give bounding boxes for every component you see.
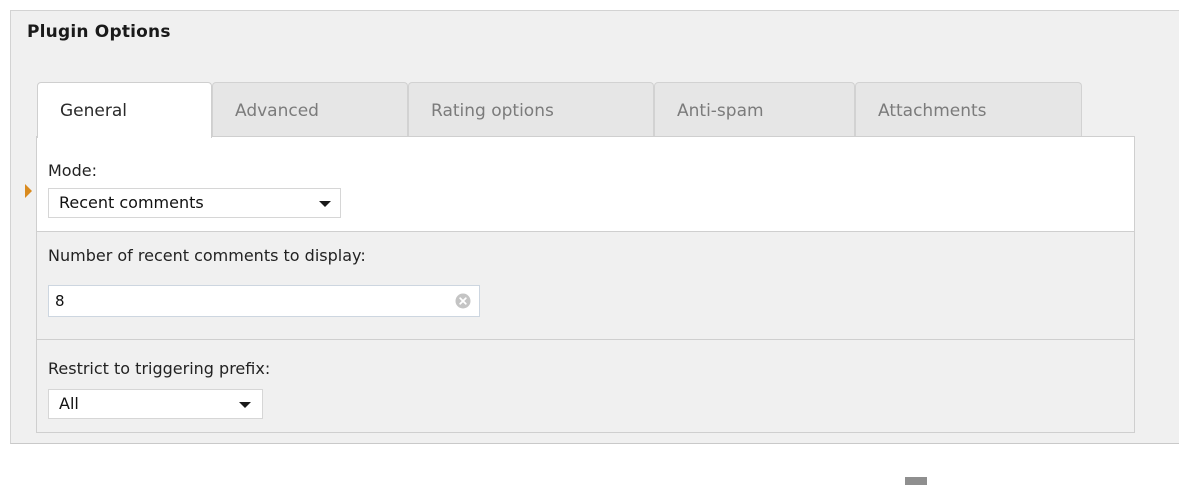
mode-label: Mode: — [48, 161, 97, 180]
tab-advanced[interactable]: Advanced — [212, 82, 408, 136]
prefix-select[interactable]: All — [48, 389, 263, 419]
prefix-row: Restrict to triggering prefix: All — [37, 340, 1134, 433]
prefix-label: Restrict to triggering prefix: — [48, 359, 271, 378]
partial-icon — [905, 477, 927, 485]
tab-general[interactable]: General — [37, 82, 212, 138]
tab-attachments[interactable]: Attachments — [855, 82, 1082, 136]
count-input[interactable]: 8 — [48, 285, 480, 317]
tab-anti-spam[interactable]: Anti-spam — [654, 82, 855, 136]
mode-select-value: Recent comments — [59, 193, 204, 212]
clear-icon[interactable] — [455, 293, 471, 309]
count-label: Number of recent comments to display: — [48, 246, 366, 265]
prefix-select-value: All — [59, 394, 79, 413]
panel-title: Plugin Options — [27, 22, 171, 42]
mode-select[interactable]: Recent comments — [48, 188, 341, 218]
row-marker-icon — [25, 184, 32, 198]
mode-row: Mode: Recent comments — [37, 137, 1134, 232]
chevron-down-icon — [239, 402, 251, 408]
tab-rating-options[interactable]: Rating options — [408, 82, 654, 136]
chevron-down-icon — [319, 201, 331, 207]
tab-content-general: Mode: Recent comments Number of recent c… — [36, 136, 1135, 433]
count-input-value: 8 — [55, 292, 65, 310]
